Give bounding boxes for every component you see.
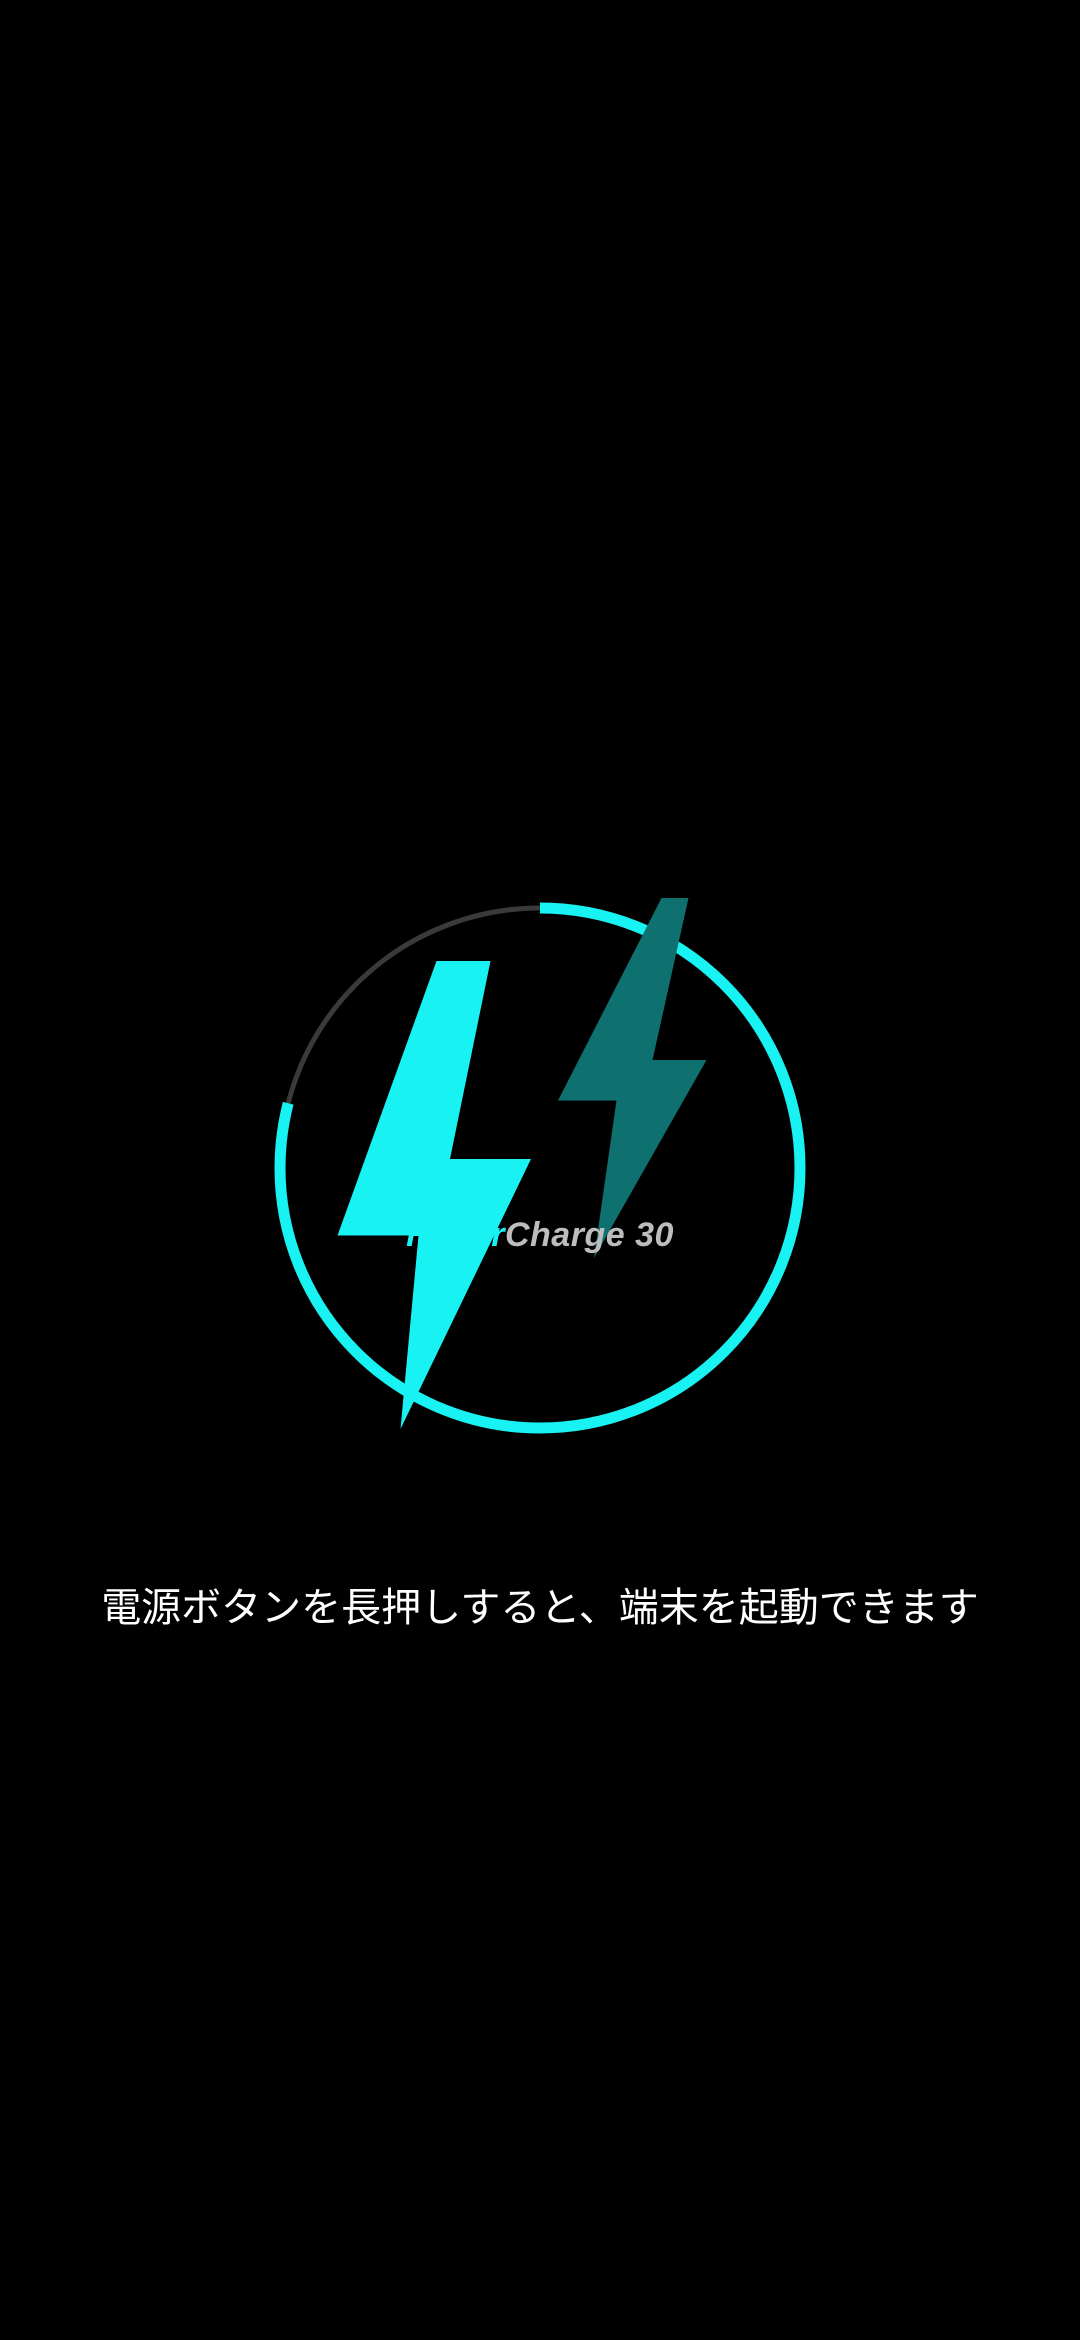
charging-indicator: HyperCharge 30 bbox=[270, 898, 810, 1438]
brand-charge: Charge 30 bbox=[504, 1216, 674, 1254]
secondary-bolt-icon bbox=[558, 898, 707, 1258]
lightning-bolt-icon bbox=[337, 898, 707, 1429]
charging-screen: HyperCharge 30 電源ボタンを長押しすると、端末を起動できます bbox=[0, 0, 1080, 2340]
power-on-hint: 電源ボタンを長押しすると、端末を起動できます bbox=[101, 1585, 979, 1631]
brand-hyper: Hyper bbox=[406, 1216, 505, 1254]
primary-bolt-icon bbox=[337, 961, 531, 1429]
hypercharge-label: HyperCharge 30 bbox=[270, 1216, 810, 1255]
